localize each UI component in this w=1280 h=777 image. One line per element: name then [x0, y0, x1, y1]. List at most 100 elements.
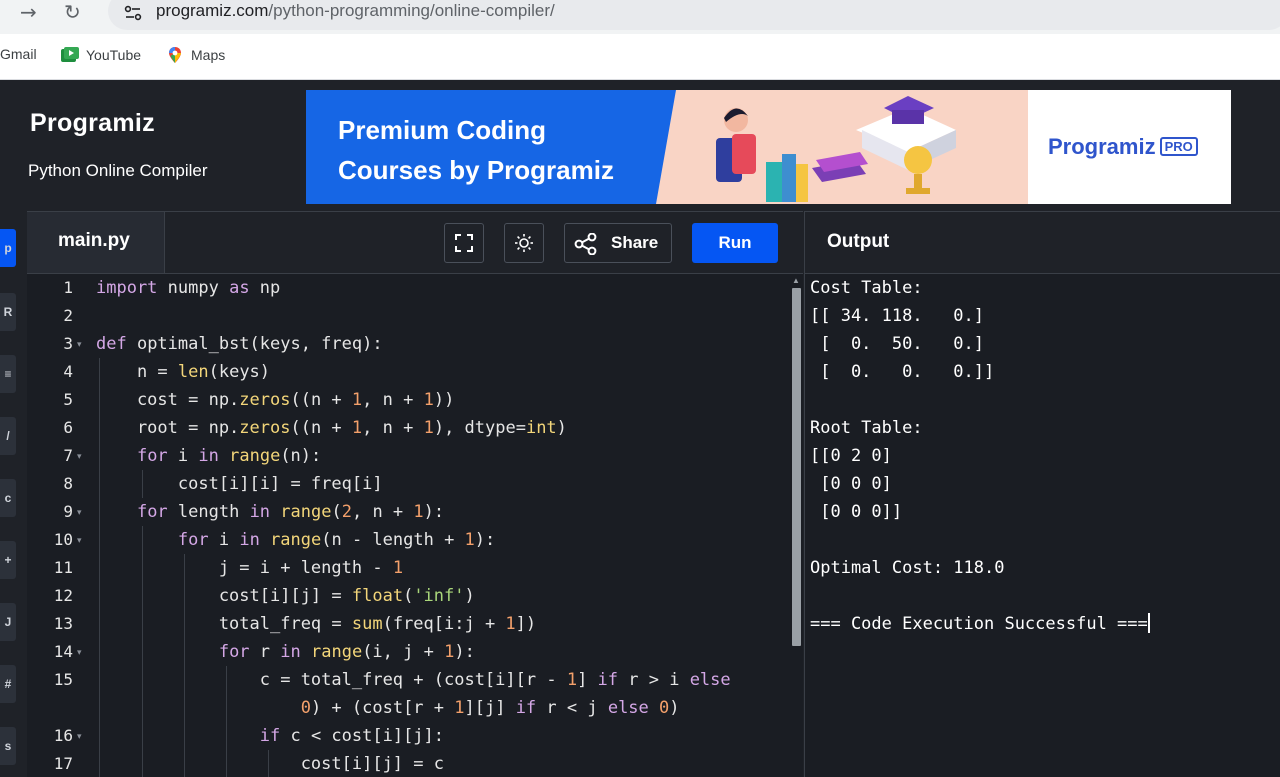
sidebar-item-html[interactable]: / [0, 417, 16, 455]
code-line-11: j = i + length - 1 [96, 558, 404, 578]
sidebar-item-sql[interactable]: ≡ [0, 355, 16, 393]
bookmark-youtube[interactable]: YouTube [60, 46, 141, 64]
address-bar[interactable]: programiz.com/python-programming/online-… [108, 0, 1280, 30]
line-number: 15 [53, 670, 73, 689]
tab-main-py[interactable]: main.py [27, 212, 165, 274]
editor-scrollbar[interactable]: ▲ [790, 274, 802, 777]
line-number: 3 [63, 334, 73, 353]
code-line-17: cost[i][j] = c [96, 754, 444, 774]
theme-toggle-button[interactable] [504, 223, 544, 263]
line-number: 1 [63, 278, 73, 297]
promo-banner[interactable]: Premium Coding Courses by Programiz Prog… [306, 90, 1231, 204]
code-line-7: for i in range(n): [136, 446, 322, 466]
code-line-12: cost[i][j] = float('inf') [96, 586, 475, 606]
url-text[interactable]: programiz.com/python-programming/online-… [156, 1, 555, 21]
output-line: [ 0. 0. 0.]] [810, 362, 995, 382]
line-number: 7 [63, 446, 73, 465]
fullscreen-icon [455, 234, 473, 252]
site-header: Programiz Python Online Compiler Premium… [0, 81, 1280, 211]
fold-toggle-icon[interactable]: ▾ [77, 330, 82, 358]
pro-badge: PRO [1159, 137, 1198, 156]
sidebar-item-c[interactable]: c [0, 479, 16, 517]
line-number: 17 [53, 754, 73, 773]
line-number: 12 [53, 586, 73, 605]
code-line-15: c = total_freq + (cost[i][r - 1] if r > … [96, 670, 731, 690]
sidebar-item-python[interactable]: p [0, 229, 16, 267]
fold-toggle-icon[interactable]: ▾ [77, 498, 82, 526]
sidebar-item-csharp[interactable]: # [0, 665, 16, 703]
code-line-16: if c < cost[i][j]: [259, 726, 445, 746]
fullscreen-button[interactable] [444, 223, 484, 263]
sidebar-item-cpp[interactable]: + [0, 541, 16, 579]
code-line-9: for length in range(2, n + 1): [136, 502, 445, 522]
banner-line-1: Premium Coding [338, 115, 547, 145]
programiz-pro-logo: Programiz PRO [1048, 134, 1198, 160]
tab-label: main.py [58, 230, 130, 251]
code-line-3: def optimal_bst(keys, freq): [96, 334, 383, 354]
banner-line-2: Courses by Programiz [338, 155, 614, 185]
line-number: 16 [53, 726, 73, 745]
sidebar-item-r[interactable]: R [0, 293, 16, 331]
line-number: 11 [53, 558, 73, 577]
scroll-up-icon[interactable]: ▲ [792, 276, 800, 285]
maps-pin-icon [169, 47, 181, 63]
reload-icon[interactable]: ↻ [64, 0, 81, 24]
line-number: 9 [63, 502, 73, 521]
banner-text: Premium Coding Courses by Programiz [338, 110, 614, 190]
bookmark-maps-label: Maps [191, 47, 226, 63]
output-line: Root Table: [810, 418, 923, 438]
editor-scrollbar-thumb[interactable] [792, 288, 801, 646]
code-line-10: for i in range(n - length + 1): [177, 530, 496, 550]
line-number: 10 [53, 530, 73, 549]
fold-toggle-icon[interactable]: ▾ [77, 442, 82, 470]
page-subtitle: Python Online Compiler [28, 161, 208, 180]
programiz-logo[interactable]: Programiz [30, 109, 155, 138]
fold-toggle-icon[interactable]: ▾ [77, 722, 82, 750]
text-cursor [1147, 613, 1150, 633]
output-line: [0 0 0] [810, 474, 892, 494]
bookmark-maps[interactable]: Maps [167, 46, 225, 64]
output-title: Output [827, 231, 890, 252]
bookmark-gmail[interactable]: Gmail [0, 46, 37, 62]
line-number: 5 [63, 390, 73, 409]
bookmark-youtube-label: YouTube [86, 47, 142, 63]
code-line-5: cost = np.zeros((n + 1, n + 1)) [96, 390, 455, 410]
sidebar-item-java[interactable]: J [0, 603, 16, 641]
code-line-4: n = len(keys) [96, 362, 271, 382]
code-line-14: for r in range(i, j + 1): [218, 642, 475, 662]
url-host: programiz.com [156, 1, 269, 20]
pro-logo-text: Programiz [1048, 134, 1156, 159]
fold-toggle-icon[interactable]: ▾ [77, 638, 82, 666]
line-number: 6 [63, 418, 73, 437]
run-button[interactable]: Run [692, 223, 778, 263]
line-number: 2 [63, 306, 73, 325]
line-number: 4 [63, 362, 73, 381]
line-number [27, 694, 73, 722]
share-icon [574, 233, 597, 255]
youtube-bookmark-icon [61, 47, 79, 62]
share-button[interactable]: Share [564, 223, 672, 263]
banner-pro-panel: Programiz PRO [1028, 90, 1231, 204]
url-path: /python-programming/online-compiler/ [268, 1, 555, 20]
site-settings-icon[interactable] [122, 2, 144, 24]
banner-illustration [656, 90, 1028, 204]
code-line-13: total_freq = sum(freq[i:j + 1]) [96, 614, 537, 634]
forward-icon[interactable]: → [20, 0, 37, 24]
line-number: 13 [53, 614, 73, 633]
share-label: Share [611, 233, 659, 252]
output-line: Optimal Cost: 118.0 [810, 558, 1005, 578]
line-number-gutter: 1 2 3 ▾ 4 5 6 7 ▾ 8 9 ▾ 10 ▾ 11 12 13 14 ▾ 15 16 ▾ 17 [27, 274, 93, 777]
output-line: [[0 2 0] [810, 446, 892, 466]
output-header: Output [804, 211, 1280, 273]
output-line: [ 0. 50. 0.] [810, 334, 984, 354]
code-editor[interactable]: 1 2 3 ▾ 4 5 6 7 ▾ 8 9 ▾ 10 ▾ 11 12 13 14 ▾ 15 16 ▾ 17 import n… [27, 273, 803, 777]
code-line-1: import numpy as np [96, 278, 281, 298]
code-line-6: root = np.zeros((n + 1, n + 1), dtype=in… [96, 418, 567, 438]
line-number: 8 [63, 474, 73, 493]
output-line: === Code Execution Successful === [810, 613, 1150, 634]
fold-toggle-icon[interactable]: ▾ [77, 526, 82, 554]
sun-icon [515, 234, 533, 252]
sidebar-item-js[interactable]: s [0, 727, 16, 765]
code-line-15-wrap: 0) + (cost[r + 1][j] if r < j else 0) [300, 698, 680, 718]
